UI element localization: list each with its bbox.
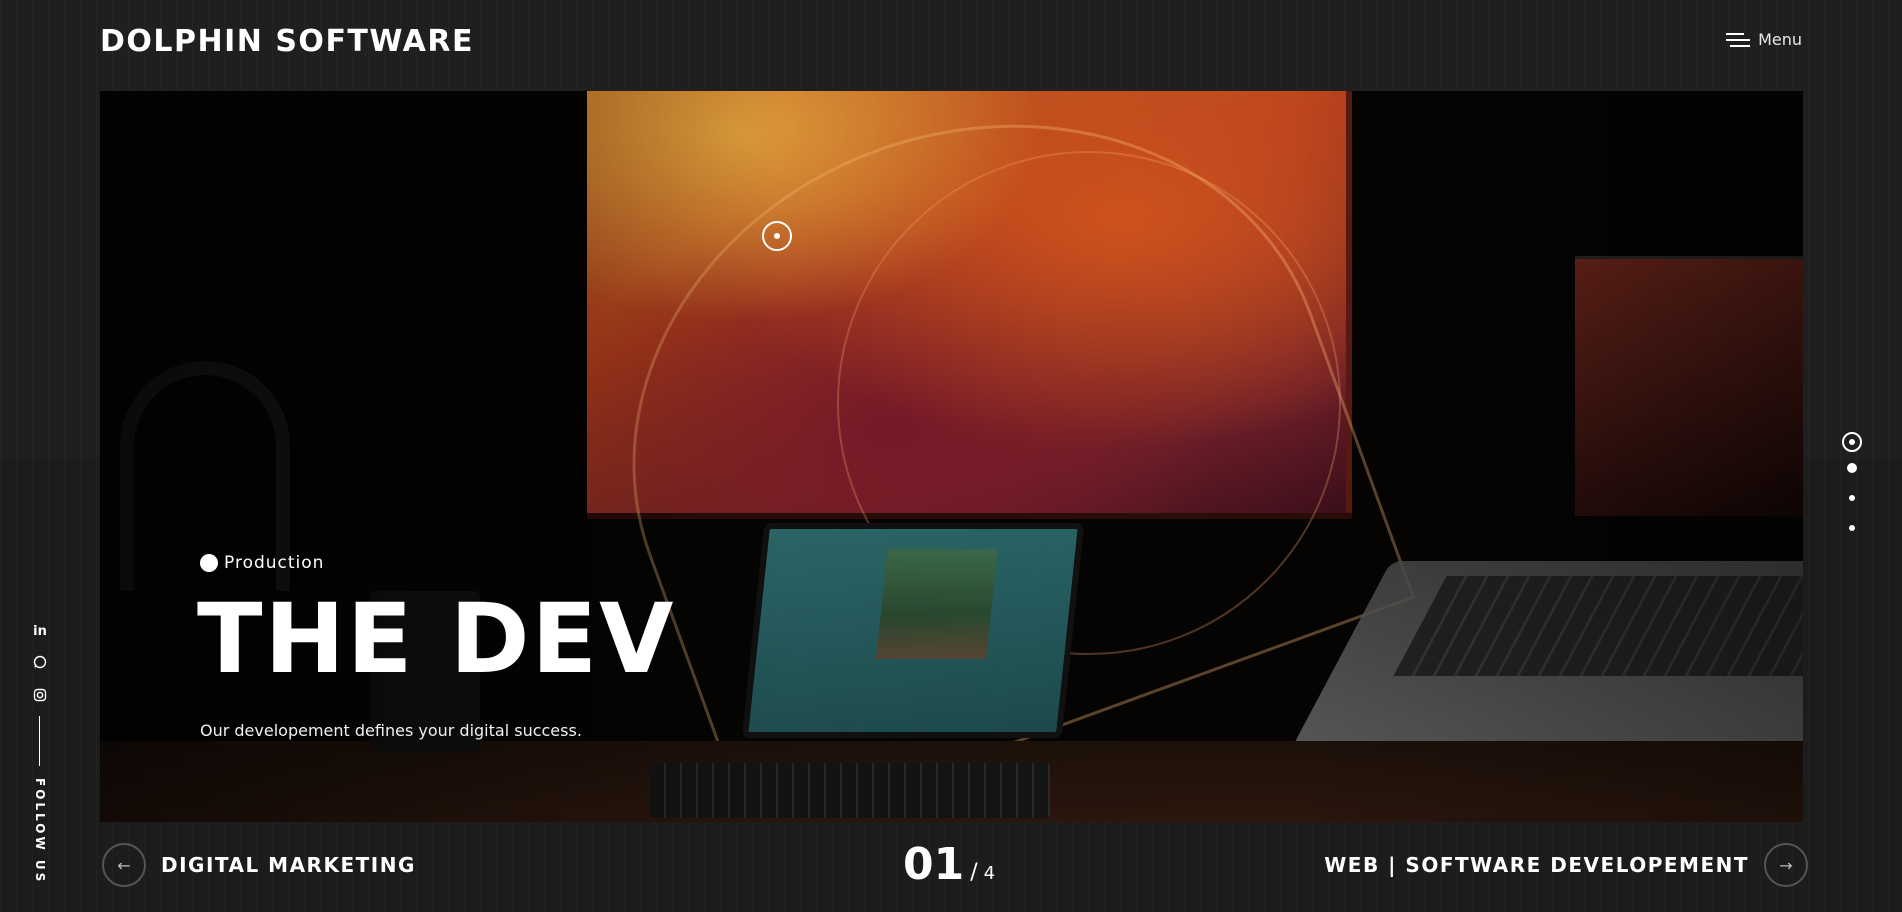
hero-category: Production [200,553,324,573]
slide-dot-2[interactable] [1847,463,1857,473]
hero-image: Production THE DEV Our developement defi… [100,91,1803,822]
slide-dot-1[interactable] [1842,432,1862,452]
custom-cursor-icon [762,221,792,251]
whatsapp-icon[interactable] [30,655,50,675]
arrow-right-icon: → [1764,843,1808,887]
prev-slide-button[interactable]: ← DIGITAL MARKETING [102,843,416,887]
page: DOLPHIN SOFTWARE Menu Production THE DEV… [0,0,1902,912]
arrow-left-icon: ← [102,843,146,887]
next-slide-label: WEB | SOFTWARE DEVELOPEMENT [1324,853,1749,877]
follow-us-label: FOLLOW US [33,778,47,885]
linkedin-icon[interactable]: in [30,622,50,642]
brand-logo[interactable]: DOLPHIN SOFTWARE [100,24,474,59]
category-label: Production [224,553,325,573]
current-slide-number: 01 [903,839,965,890]
prev-slide-label: DIGITAL MARKETING [161,853,416,877]
slide-dot-3[interactable] [1849,495,1855,501]
menu-label: Menu [1758,30,1802,49]
hero-vignette [100,91,1803,822]
menu-button[interactable]: Menu [1726,30,1802,49]
total-slides-number: 4 [983,863,996,884]
hero-title: THE DEV [197,583,676,695]
slide-dot-4[interactable] [1849,525,1855,531]
follow-divider [39,716,40,766]
next-slide-button[interactable]: WEB | SOFTWARE DEVELOPEMENT → [1324,843,1808,887]
slide-counter: 01 / 4 [903,843,995,887]
category-dot-icon [200,554,218,572]
hamburger-icon [1726,31,1751,49]
pager-separator: / [970,860,978,885]
instagram-icon[interactable] [30,688,50,708]
social-links: in [30,622,50,721]
hero-subtitle: Our developement defines your digital su… [200,721,582,740]
